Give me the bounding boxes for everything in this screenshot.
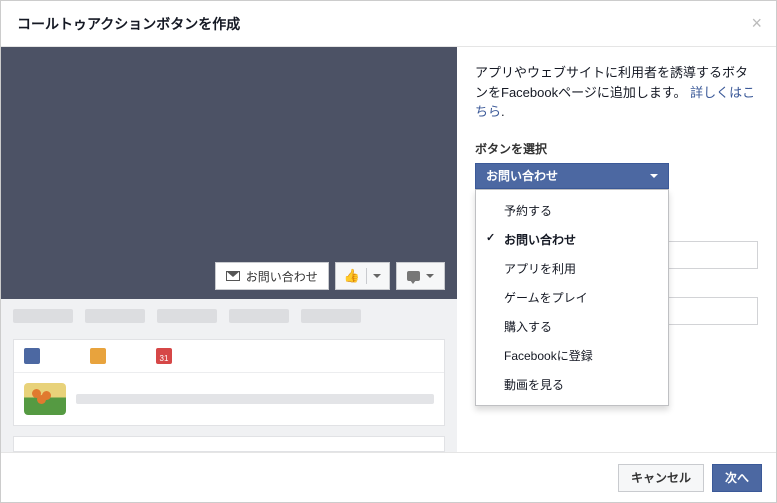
cover-action-row: お問い合わせ 👍	[215, 262, 445, 290]
option-play-game[interactable]: ゲームをプレイ	[476, 283, 668, 312]
nav-tab-skeleton	[229, 309, 289, 323]
modal-footer: キャンセル 次へ	[1, 452, 776, 502]
status-icon	[24, 348, 40, 364]
modal-header: コールトゥアクションボタンを作成 ×	[1, 1, 776, 47]
option-signup[interactable]: Facebookに登録	[476, 341, 668, 370]
cta-preview-label: お問い合わせ	[246, 268, 318, 285]
chevron-down-icon	[426, 274, 434, 278]
chevron-down-icon	[650, 174, 658, 178]
event-icon: 31	[156, 348, 172, 364]
chevron-down-icon	[373, 274, 381, 278]
select-button-label: ボタンを選択	[475, 140, 758, 157]
composer-body	[14, 373, 444, 425]
select-trigger[interactable]: お問い合わせ	[475, 163, 669, 189]
option-shop[interactable]: 購入する	[476, 312, 668, 341]
option-contact[interactable]: お問い合わせ	[476, 225, 668, 254]
button-type-select: お問い合わせ 予約する お問い合わせ アプリを利用 ゲームをプレイ 購入する F…	[475, 163, 669, 189]
envelope-icon	[226, 271, 240, 281]
page-preview: お問い合わせ 👍	[1, 47, 457, 452]
close-icon[interactable]: ×	[751, 13, 762, 34]
message-button[interactable]	[396, 262, 445, 290]
composer-skeleton: 31	[13, 339, 445, 426]
nav-tab-skeleton	[157, 309, 217, 323]
config-panel: アプリやウェブサイトに利用者を誘導するボタンをFacebookページに追加します…	[457, 47, 776, 452]
like-icon: 👍	[344, 268, 360, 284]
card-skeleton	[13, 436, 445, 452]
like-button[interactable]: 👍	[335, 262, 390, 290]
divider	[366, 268, 367, 284]
option-watch[interactable]: 動画を見る	[476, 370, 668, 399]
cta-create-modal: コールトゥアクションボタンを作成 × お問い合わせ 👍	[0, 0, 777, 503]
composer-tabs: 31	[14, 340, 444, 373]
message-icon	[407, 271, 420, 281]
text-skeleton	[76, 394, 434, 404]
page-nav-skeleton	[1, 299, 457, 333]
next-button[interactable]: 次へ	[712, 464, 762, 492]
cta-preview-button[interactable]: お問い合わせ	[215, 262, 329, 290]
modal-body: お問い合わせ 👍	[1, 47, 776, 452]
select-dropdown: 予約する お問い合わせ アプリを利用 ゲームをプレイ 購入する Facebook…	[475, 189, 669, 406]
modal-title: コールトゥアクションボタンを作成	[17, 14, 240, 34]
thumbnail-icon	[24, 383, 66, 415]
option-use-app[interactable]: アプリを利用	[476, 254, 668, 283]
nav-tab-skeleton	[301, 309, 361, 323]
photo-icon	[90, 348, 106, 364]
panel-description: アプリやウェブサイトに利用者を誘導するボタンをFacebookページに追加します…	[475, 63, 758, 122]
cover-photo: お問い合わせ 👍	[1, 47, 457, 299]
cancel-button[interactable]: キャンセル	[618, 464, 704, 492]
nav-tab-skeleton	[13, 309, 73, 323]
nav-tab-skeleton	[85, 309, 145, 323]
option-book[interactable]: 予約する	[476, 196, 668, 225]
select-value: お問い合わせ	[486, 167, 558, 184]
